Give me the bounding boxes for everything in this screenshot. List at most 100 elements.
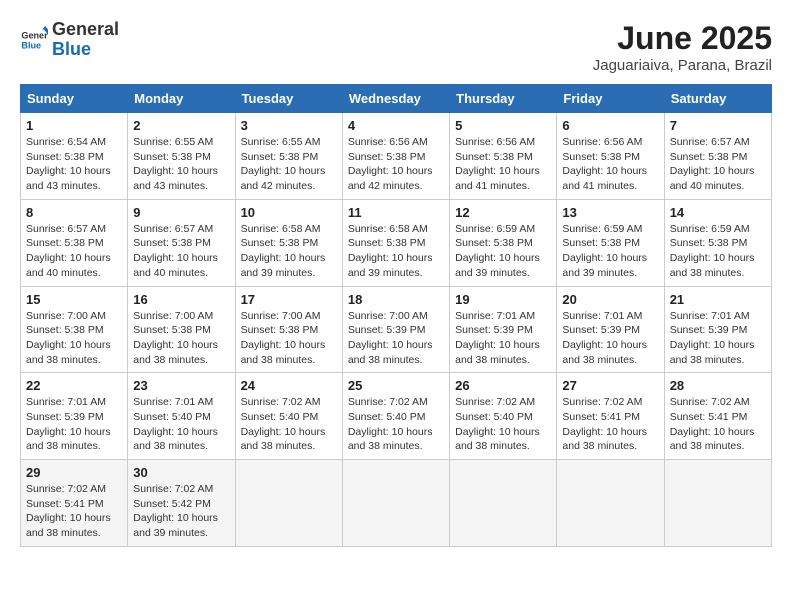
- day-number: 17: [241, 292, 337, 307]
- weekday-header-row: SundayMondayTuesdayWednesdayThursdayFrid…: [21, 85, 772, 113]
- day-info: Sunrise: 6:57 AMSunset: 5:38 PMDaylight:…: [133, 222, 229, 281]
- day-number: 9: [133, 205, 229, 220]
- day-info: Sunrise: 6:54 AMSunset: 5:38 PMDaylight:…: [26, 135, 122, 194]
- calendar-week-row: 15 Sunrise: 7:00 AMSunset: 5:38 PMDayligh…: [21, 286, 772, 373]
- calendar-cell: 1 Sunrise: 6:54 AMSunset: 5:38 PMDaylight…: [21, 113, 128, 200]
- calendar-cell: 27 Sunrise: 7:02 AMSunset: 5:41 PMDayligh…: [557, 373, 664, 460]
- calendar-cell: 20 Sunrise: 7:01 AMSunset: 5:39 PMDayligh…: [557, 286, 664, 373]
- day-info: Sunrise: 6:59 AMSunset: 5:38 PMDaylight:…: [670, 222, 766, 281]
- day-info: Sunrise: 6:59 AMSunset: 5:38 PMDaylight:…: [562, 222, 658, 281]
- weekday-header-wednesday: Wednesday: [342, 85, 449, 113]
- day-number: 24: [241, 378, 337, 393]
- calendar-cell: 2Sunrise: 6:55 AMSunset: 5:38 PMDaylight…: [128, 113, 235, 200]
- calendar-cell: [664, 460, 771, 547]
- day-info: Sunrise: 7:01 AMSunset: 5:39 PMDaylight:…: [26, 395, 122, 454]
- calendar-cell: 6 Sunrise: 6:56 AMSunset: 5:38 PMDaylight…: [557, 113, 664, 200]
- calendar-cell: 12Sunrise: 6:59 AMSunset: 5:38 PMDayligh…: [450, 199, 557, 286]
- calendar-cell: [450, 460, 557, 547]
- day-info: Sunrise: 6:58 AMSunset: 5:38 PMDaylight:…: [348, 222, 444, 281]
- day-info: Sunrise: 6:55 AMSunset: 5:38 PMDaylight:…: [241, 135, 337, 194]
- calendar-cell: [342, 460, 449, 547]
- day-info: Sunrise: 7:00 AMSunset: 5:39 PMDaylight:…: [348, 309, 444, 368]
- calendar-table: SundayMondayTuesdayWednesdayThursdayFrid…: [20, 84, 772, 547]
- day-info: Sunrise: 7:00 AMSunset: 5:38 PMDaylight:…: [26, 309, 122, 368]
- calendar-cell: 26Sunrise: 7:02 AMSunset: 5:40 PMDayligh…: [450, 373, 557, 460]
- day-info: Sunrise: 7:02 AMSunset: 5:40 PMDaylight:…: [241, 395, 337, 454]
- calendar-cell: 22Sunrise: 7:01 AMSunset: 5:39 PMDayligh…: [21, 373, 128, 460]
- day-info: Sunrise: 7:02 AMSunset: 5:41 PMDaylight:…: [670, 395, 766, 454]
- day-number: 1: [26, 118, 122, 133]
- day-number: 20: [562, 292, 658, 307]
- calendar-cell: 11 Sunrise: 6:58 AMSunset: 5:38 PMDayligh…: [342, 199, 449, 286]
- day-number: 16: [133, 292, 229, 307]
- day-info: Sunrise: 6:57 AMSunset: 5:38 PMDaylight:…: [26, 222, 122, 281]
- logo-icon: General Blue: [20, 26, 48, 54]
- page-container: General Blue General Blue June 2025 Jagu…: [20, 20, 772, 547]
- day-info: Sunrise: 6:56 AMSunset: 5:38 PMDaylight:…: [562, 135, 658, 194]
- calendar-cell: 25 Sunrise: 7:02 AMSunset: 5:40 PMDayligh…: [342, 373, 449, 460]
- calendar-week-row: 8 Sunrise: 6:57 AMSunset: 5:38 PMDaylight…: [21, 199, 772, 286]
- calendar-week-row: 22Sunrise: 7:01 AMSunset: 5:39 PMDayligh…: [21, 373, 772, 460]
- logo: General Blue General Blue: [20, 20, 119, 60]
- calendar-cell: 30Sunrise: 7:02 AMSunset: 5:42 PMDayligh…: [128, 460, 235, 547]
- day-info: Sunrise: 7:01 AMSunset: 5:39 PMDaylight:…: [670, 309, 766, 368]
- calendar-cell: 28Sunrise: 7:02 AMSunset: 5:41 PMDayligh…: [664, 373, 771, 460]
- day-info: Sunrise: 7:00 AMSunset: 5:38 PMDaylight:…: [133, 309, 229, 368]
- day-info: Sunrise: 6:55 AMSunset: 5:38 PMDaylight:…: [133, 135, 229, 194]
- day-number: 8: [26, 205, 122, 220]
- day-number: 14: [670, 205, 766, 220]
- day-number: 4: [348, 118, 444, 133]
- day-number: 7: [670, 118, 766, 133]
- calendar-cell: 10 Sunrise: 6:58 AMSunset: 5:38 PMDayligh…: [235, 199, 342, 286]
- day-info: Sunrise: 6:58 AMSunset: 5:38 PMDaylight:…: [241, 222, 337, 281]
- calendar-cell: [235, 460, 342, 547]
- day-number: 23: [133, 378, 229, 393]
- day-number: 15: [26, 292, 122, 307]
- day-info: Sunrise: 7:02 AMSunset: 5:41 PMDaylight:…: [562, 395, 658, 454]
- calendar-cell: 16 Sunrise: 7:00 AMSunset: 5:38 PMDayligh…: [128, 286, 235, 373]
- weekday-header-monday: Monday: [128, 85, 235, 113]
- day-number: 10: [241, 205, 337, 220]
- calendar-week-row: 1 Sunrise: 6:54 AMSunset: 5:38 PMDaylight…: [21, 113, 772, 200]
- day-info: Sunrise: 7:02 AMSunset: 5:40 PMDaylight:…: [348, 395, 444, 454]
- logo-general-text: General: [52, 20, 119, 40]
- day-number: 21: [670, 292, 766, 307]
- day-number: 29: [26, 465, 122, 480]
- calendar-cell: 29Sunrise: 7:02 AMSunset: 5:41 PMDayligh…: [21, 460, 128, 547]
- header: General Blue General Blue June 2025 Jagu…: [20, 20, 772, 74]
- day-number: 6: [562, 118, 658, 133]
- day-info: Sunrise: 6:56 AMSunset: 5:38 PMDaylight:…: [455, 135, 551, 194]
- day-number: 26: [455, 378, 551, 393]
- day-info: Sunrise: 7:01 AMSunset: 5:40 PMDaylight:…: [133, 395, 229, 454]
- month-title: June 2025: [593, 20, 772, 57]
- calendar-cell: 5Sunrise: 6:56 AMSunset: 5:38 PMDaylight…: [450, 113, 557, 200]
- calendar-cell: 14 Sunrise: 6:59 AMSunset: 5:38 PMDayligh…: [664, 199, 771, 286]
- day-number: 13: [562, 205, 658, 220]
- day-info: Sunrise: 7:01 AMSunset: 5:39 PMDaylight:…: [562, 309, 658, 368]
- calendar-cell: [557, 460, 664, 547]
- weekday-header-sunday: Sunday: [21, 85, 128, 113]
- day-info: Sunrise: 7:00 AMSunset: 5:38 PMDaylight:…: [241, 309, 337, 368]
- location-title: Jaguariaiva, Parana, Brazil: [593, 57, 772, 74]
- calendar-cell: 18Sunrise: 7:00 AMSunset: 5:39 PMDayligh…: [342, 286, 449, 373]
- day-number: 19: [455, 292, 551, 307]
- calendar-cell: 13 Sunrise: 6:59 AMSunset: 5:38 PMDayligh…: [557, 199, 664, 286]
- day-number: 3: [241, 118, 337, 133]
- svg-text:Blue: Blue: [21, 40, 41, 50]
- day-info: Sunrise: 7:01 AMSunset: 5:39 PMDaylight:…: [455, 309, 551, 368]
- calendar-cell: 8 Sunrise: 6:57 AMSunset: 5:38 PMDaylight…: [21, 199, 128, 286]
- calendar-week-row: 29Sunrise: 7:02 AMSunset: 5:41 PMDayligh…: [21, 460, 772, 547]
- calendar-cell: 9 Sunrise: 6:57 AMSunset: 5:38 PMDaylight…: [128, 199, 235, 286]
- calendar-cell: 4 Sunrise: 6:56 AMSunset: 5:38 PMDaylight…: [342, 113, 449, 200]
- day-number: 27: [562, 378, 658, 393]
- weekday-header-thursday: Thursday: [450, 85, 557, 113]
- calendar-cell: 7Sunrise: 6:57 AMSunset: 5:38 PMDaylight…: [664, 113, 771, 200]
- weekday-header-friday: Friday: [557, 85, 664, 113]
- calendar-cell: 23 Sunrise: 7:01 AMSunset: 5:40 PMDayligh…: [128, 373, 235, 460]
- day-number: 12: [455, 205, 551, 220]
- day-number: 25: [348, 378, 444, 393]
- day-info: Sunrise: 6:56 AMSunset: 5:38 PMDaylight:…: [348, 135, 444, 194]
- calendar-cell: 19 Sunrise: 7:01 AMSunset: 5:39 PMDayligh…: [450, 286, 557, 373]
- day-number: 11: [348, 205, 444, 220]
- day-number: 30: [133, 465, 229, 480]
